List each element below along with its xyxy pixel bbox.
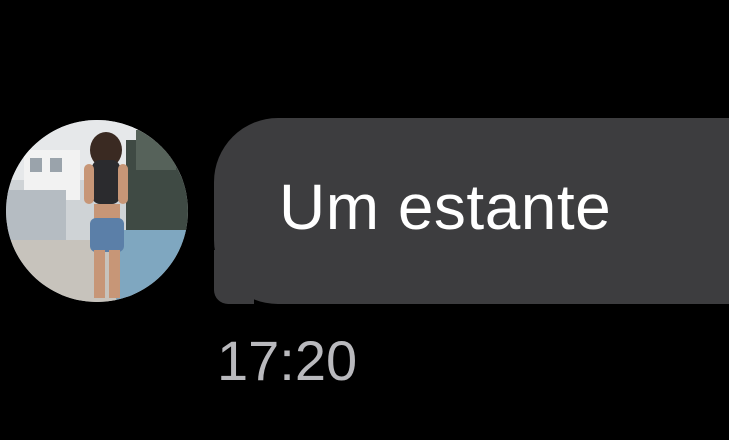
message-text: Um estante (279, 171, 612, 243)
avatar-photo (6, 120, 188, 302)
message-row: Um estante 17:20 (0, 0, 729, 440)
message-bubble-tail (214, 250, 254, 304)
chat-screen: Um estante 17:20 (0, 0, 729, 440)
message-timestamp: 17:20 (217, 329, 358, 392)
sender-avatar[interactable] (6, 120, 188, 302)
